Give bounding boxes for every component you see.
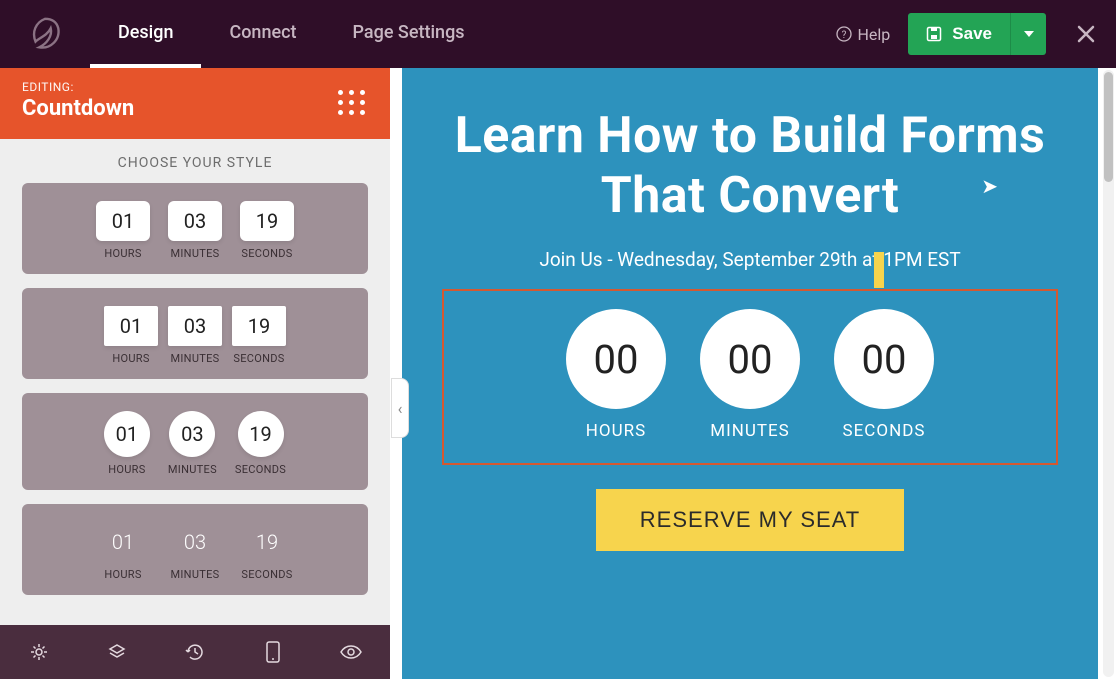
countdown-value: 00	[834, 309, 934, 409]
help-label: Help	[858, 25, 891, 44]
time-value: 01	[104, 411, 150, 457]
time-unit: 19 SECONDS	[232, 306, 286, 365]
time-value: 03	[168, 306, 222, 346]
time-unit: 19 SECONDS	[240, 522, 294, 581]
style-list: 01 HOURS 03 MINUTES 19 SECONDS 01 HOURS 03 MI…	[0, 183, 390, 625]
top-nav: Design Connect Page Settings	[90, 0, 493, 68]
style-heading: CHOOSE YOUR STYLE	[0, 139, 390, 183]
countdown-value: 00	[700, 309, 800, 409]
time-unit: 03 MINUTES	[168, 306, 222, 365]
save-icon	[926, 26, 942, 42]
time-value: 19	[240, 201, 294, 241]
time-label: HOURS	[112, 352, 149, 365]
countdown-label: SECONDS	[843, 421, 926, 441]
headline[interactable]: Learn How to Build Forms That Convert	[442, 106, 1058, 226]
editing-label: EDITING:	[22, 80, 368, 94]
time-label: SECONDS	[233, 352, 284, 365]
sidebar: EDITING: Countdown CHOOSE YOUR STYLE 01 H…	[0, 68, 390, 679]
save-group: Save	[908, 13, 1046, 55]
time-label: MINUTES	[168, 463, 217, 476]
editing-header: EDITING: Countdown	[0, 68, 390, 139]
svg-text:?: ?	[841, 30, 846, 41]
help-icon: ?	[836, 26, 852, 42]
style-option-circle[interactable]: 01 HOURS 03 MINUTES 19 SECONDS	[22, 393, 368, 490]
nav-design[interactable]: Design	[90, 0, 201, 68]
drag-handle-icon[interactable]	[338, 90, 366, 115]
time-value: 19	[232, 306, 286, 346]
mobile-preview-icon[interactable]	[261, 640, 285, 664]
subheadline[interactable]: Join Us - Wednesday, September 29th at 1…	[539, 248, 960, 271]
cta-button[interactable]: RESERVE MY SEAT	[596, 489, 904, 551]
time-value: 03	[169, 411, 215, 457]
time-label: MINUTES	[170, 352, 219, 365]
time-label: HOURS	[104, 247, 141, 260]
scrollbar[interactable]	[1103, 70, 1114, 677]
countdown-element-selected[interactable]: 00 HOURS 00 MINUTES 00 SECONDS	[442, 289, 1058, 465]
nav-page-settings[interactable]: Page Settings	[325, 0, 493, 68]
time-label: MINUTES	[170, 568, 219, 581]
topbar-right: ? Help Save	[836, 13, 1096, 55]
time-label: HOURS	[108, 463, 145, 476]
time-value: 03	[168, 201, 222, 241]
nav-design-label: Design	[118, 22, 173, 43]
page-canvas[interactable]: Learn How to Build Forms That Convert ➤ …	[402, 68, 1098, 679]
editing-title: Countdown	[22, 96, 368, 121]
time-label: MINUTES	[170, 247, 219, 260]
layers-icon[interactable]	[105, 640, 129, 664]
countdown-value: 00	[566, 309, 666, 409]
nav-connect-label: Connect	[229, 22, 296, 43]
style-option-square-box[interactable]: 01 HOURS 03 MINUTES 19 SECONDS	[22, 288, 368, 379]
time-unit: 03 MINUTES	[168, 201, 222, 260]
time-label: HOURS	[104, 568, 141, 581]
countdown-unit-minutes: 00 MINUTES	[700, 309, 800, 441]
time-value: 19	[240, 522, 294, 562]
time-unit: 01 HOURS	[104, 411, 150, 476]
time-label: SECONDS	[241, 568, 292, 581]
nav-page-settings-label: Page Settings	[353, 22, 465, 43]
save-label: Save	[952, 24, 992, 44]
chevron-down-icon	[1024, 31, 1034, 37]
close-icon	[1076, 24, 1096, 44]
close-button[interactable]	[1076, 24, 1096, 44]
text-caret	[874, 252, 884, 288]
collapse-sidebar-button[interactable]: ‹	[391, 378, 409, 438]
style-option-plain[interactable]: 01 HOURS 03 MINUTES 19 SECONDS	[22, 504, 368, 595]
help-link[interactable]: ? Help	[836, 25, 891, 44]
time-unit: 03 MINUTES	[168, 522, 222, 581]
time-unit: 01 HOURS	[96, 201, 150, 260]
countdown-unit-seconds: 00 SECONDS	[834, 309, 934, 441]
time-value: 01	[96, 522, 150, 562]
preview-icon[interactable]	[339, 640, 363, 664]
style-option-rounded-box[interactable]: 01 HOURS 03 MINUTES 19 SECONDS	[22, 183, 368, 274]
time-value: 01	[96, 201, 150, 241]
cursor-icon: ➤	[981, 174, 998, 198]
countdown-label: HOURS	[586, 421, 646, 441]
time-unit: 01 HOURS	[104, 306, 158, 365]
time-unit: 01 HOURS	[96, 522, 150, 581]
time-value: 19	[238, 411, 284, 457]
countdown-label: MINUTES	[710, 421, 790, 441]
countdown-unit-hours: 00 HOURS	[566, 309, 666, 441]
canvas-wrap: ‹ Learn How to Build Forms That Convert …	[390, 68, 1116, 679]
save-button[interactable]: Save	[908, 13, 1010, 55]
nav-connect[interactable]: Connect	[201, 0, 324, 68]
time-label: SECONDS	[235, 463, 286, 476]
time-unit: 19 SECONDS	[235, 411, 286, 476]
app-logo	[20, 9, 70, 59]
save-dropdown[interactable]	[1010, 13, 1046, 55]
time-unit: 03 MINUTES	[168, 411, 217, 476]
time-value: 03	[168, 522, 222, 562]
history-icon[interactable]	[183, 640, 207, 664]
topbar: Design Connect Page Settings ? Help Save	[0, 0, 1116, 68]
time-value: 01	[104, 306, 158, 346]
scrollbar-thumb[interactable]	[1104, 72, 1113, 182]
main: EDITING: Countdown CHOOSE YOUR STYLE 01 H…	[0, 68, 1116, 679]
time-label: SECONDS	[241, 247, 292, 260]
sidebar-footer	[0, 625, 390, 679]
chevron-left-icon: ‹	[398, 399, 403, 418]
settings-icon[interactable]	[27, 640, 51, 664]
time-unit: 19 SECONDS	[240, 201, 294, 260]
